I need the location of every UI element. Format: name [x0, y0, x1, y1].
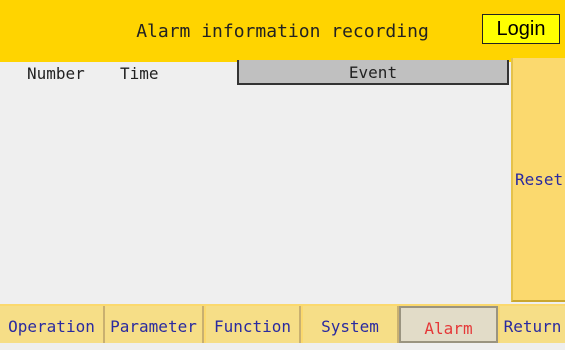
tab-function[interactable]: Function [206, 306, 301, 343]
column-header-event: Event [237, 60, 509, 85]
column-header-number: Number [27, 64, 85, 83]
alarm-record-table [0, 62, 510, 302]
tab-alarm[interactable]: Alarm [399, 306, 498, 343]
page-title: Alarm information recording [136, 21, 429, 42]
tab-return[interactable]: Return [500, 306, 565, 343]
tab-system[interactable]: System [303, 306, 399, 343]
tab-operation[interactable]: Operation [0, 306, 105, 343]
tab-parameter[interactable]: Parameter [105, 306, 204, 343]
reset-button[interactable]: Reset [511, 58, 565, 302]
column-header-time: Time [120, 64, 159, 83]
login-button[interactable]: Login [482, 14, 560, 44]
